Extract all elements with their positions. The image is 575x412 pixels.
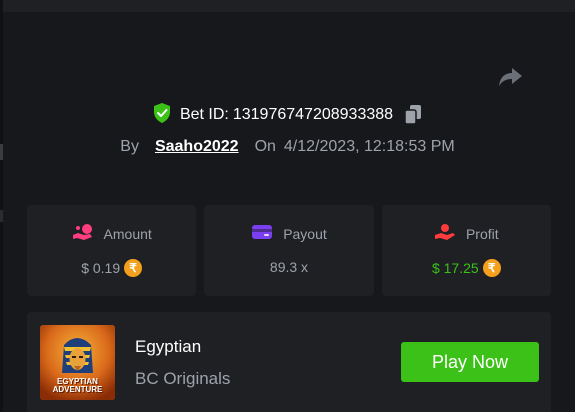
copy-icon[interactable] bbox=[403, 104, 423, 126]
bet-author-row: By Saaho2022 On 4/12/2023, 12:18:53 PM bbox=[0, 134, 575, 160]
profit-value: $ 17.25 bbox=[431, 260, 479, 276]
share-icon[interactable] bbox=[497, 64, 525, 90]
bet-timestamp: 4/12/2023, 12:18:53 PM bbox=[283, 138, 455, 155]
top-bar bbox=[0, 0, 575, 12]
bet-detail-panel: Bet ID: 131976747208933388 By Saaho2022 … bbox=[0, 0, 575, 412]
profit-label: Profit bbox=[465, 225, 499, 242]
profit-card: Profit $ 17.25 ₹ bbox=[381, 205, 551, 296]
payout-value: 89.3 x bbox=[269, 259, 309, 275]
rupee-coin-icon: ₹ bbox=[482, 259, 501, 277]
shield-check-icon bbox=[152, 102, 172, 129]
thumbnail-title: EGYPTIAN ADVENTURE bbox=[52, 377, 103, 394]
bet-id-row: Bet ID: 131976747208933388 bbox=[0, 102, 575, 128]
left-edge-marker bbox=[0, 210, 3, 222]
bet-id-label: Bet ID: bbox=[179, 106, 229, 123]
game-name[interactable]: Egyptian bbox=[135, 337, 201, 357]
payout-label: Payout bbox=[283, 225, 327, 242]
hand-coin-icon bbox=[434, 223, 456, 244]
wallet-icon bbox=[251, 223, 273, 244]
bet-stats: Amount $ 0.19 ₹ Payout 89.3 x Profit $ 1… bbox=[27, 205, 551, 296]
game-thumbnail[interactable]: EGYPTIAN ADVENTURE bbox=[40, 325, 115, 400]
game-provider: BC Originals bbox=[135, 369, 231, 388]
payout-card: Payout 89.3 x bbox=[204, 205, 374, 296]
by-label: By bbox=[120, 138, 139, 155]
coins-hand-icon bbox=[72, 223, 94, 244]
amount-label: Amount bbox=[103, 225, 152, 242]
left-edge bbox=[0, 0, 3, 412]
rupee-coin-icon: ₹ bbox=[124, 259, 143, 277]
game-card: EGYPTIAN ADVENTURE Egyptian BC Originals… bbox=[27, 312, 551, 412]
amount-value: $ 0.19 bbox=[81, 260, 121, 276]
play-now-button[interactable]: Play Now bbox=[401, 342, 539, 382]
on-label: On bbox=[254, 138, 276, 155]
bet-id-value: 131976747208933388 bbox=[232, 106, 394, 123]
username-link[interactable]: Saaho2022 bbox=[155, 138, 239, 156]
amount-card: Amount $ 0.19 ₹ bbox=[27, 205, 197, 296]
